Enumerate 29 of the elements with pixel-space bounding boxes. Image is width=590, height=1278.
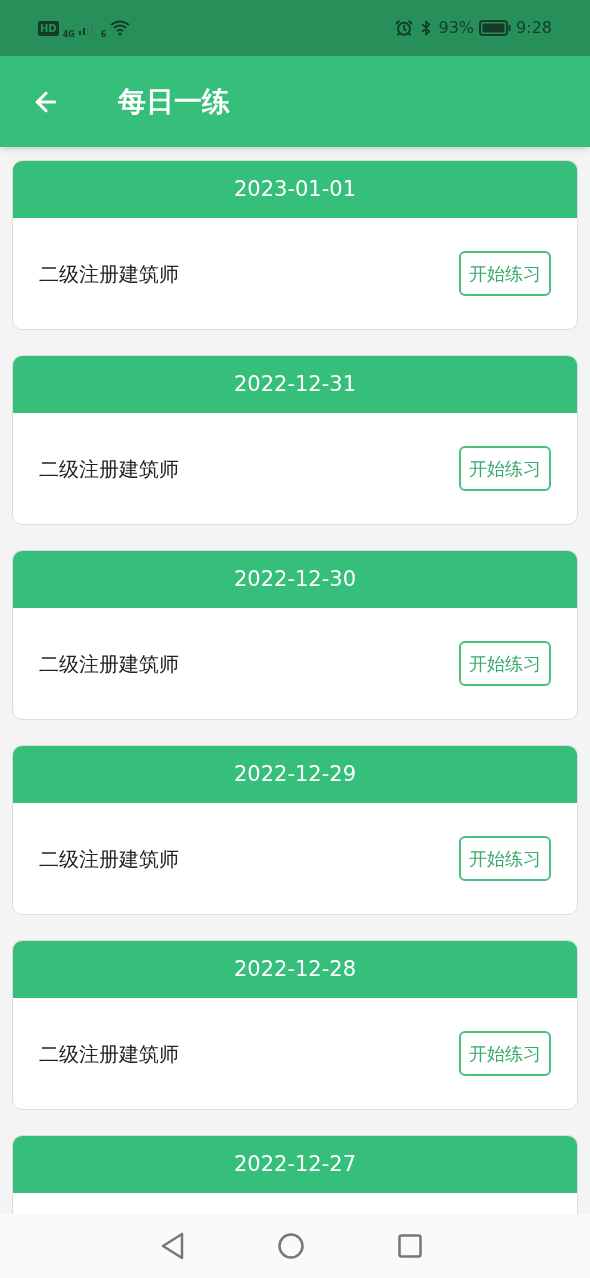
network-label: 4G bbox=[62, 29, 75, 41]
home-nav-icon[interactable] bbox=[278, 1233, 304, 1259]
start-practice-button[interactable]: 开始练习 bbox=[459, 836, 551, 881]
back-nav-icon[interactable] bbox=[160, 1232, 184, 1260]
subject-label: 二级注册建筑师 bbox=[39, 455, 179, 483]
wifi-icon bbox=[110, 20, 131, 36]
date-banner: 2022-12-27 bbox=[13, 1136, 577, 1193]
alarm-icon bbox=[394, 19, 413, 37]
date-banner: 2022-12-28 bbox=[13, 941, 577, 998]
hd-indicator: HD bbox=[38, 20, 59, 36]
clock-time: 9:28 bbox=[516, 17, 552, 39]
signal-icon bbox=[78, 21, 93, 35]
recents-nav-icon[interactable] bbox=[398, 1234, 422, 1258]
subject-label: 二级注册建筑师 bbox=[39, 650, 179, 678]
start-practice-button[interactable]: 开始练习 bbox=[459, 251, 551, 296]
subject-label: 二级注册建筑师 bbox=[39, 845, 179, 873]
subject-label: 二级注册建筑师 bbox=[39, 260, 179, 288]
start-practice-button[interactable]: 开始练习 bbox=[459, 1031, 551, 1076]
date-banner: 2022-12-30 bbox=[13, 551, 577, 608]
wifi-label: 6 bbox=[100, 29, 107, 41]
date-banner: 2022-12-29 bbox=[13, 746, 577, 803]
date-banner: 2023-01-01 bbox=[13, 161, 577, 218]
page-title: 每日一练 bbox=[118, 83, 230, 120]
start-practice-button[interactable]: 开始练习 bbox=[459, 641, 551, 686]
date-banner: 2022-12-31 bbox=[13, 356, 577, 413]
battery-icon bbox=[479, 20, 512, 36]
battery-percent: 93% bbox=[438, 17, 475, 39]
start-practice-button[interactable]: 开始练习 bbox=[459, 446, 551, 491]
subject-label: 二级注册建筑师 bbox=[39, 1040, 179, 1068]
